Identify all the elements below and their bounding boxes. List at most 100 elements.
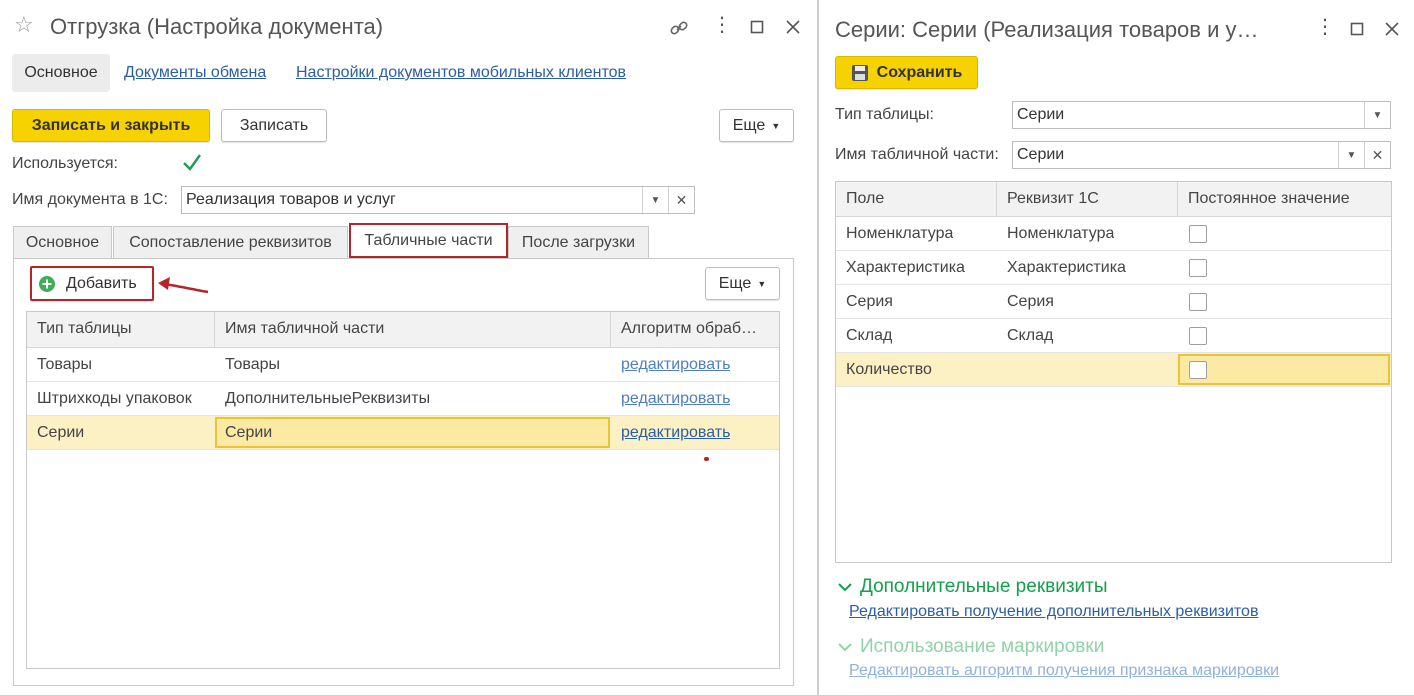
cell-field: Серия bbox=[846, 293, 893, 310]
save-and-close-button[interactable]: Записать и закрыть bbox=[12, 109, 210, 142]
docname-label: Имя документа в 1С: bbox=[12, 191, 168, 208]
grid-row[interactable]: Характеристика Характеристика bbox=[836, 251, 1391, 285]
cell-attr: Номенклатура bbox=[1007, 225, 1115, 242]
table-part-value: Серии bbox=[1017, 146, 1065, 163]
chevron-down-icon[interactable] bbox=[837, 640, 853, 657]
chevron-down-icon[interactable] bbox=[837, 580, 853, 597]
cell-field: Номенклатура bbox=[846, 225, 954, 242]
table-type-value: Серии bbox=[1017, 106, 1065, 123]
used-checkbox[interactable] bbox=[181, 152, 203, 174]
right-window: Серии: Серии (Реализация товаров и у… ⋮ … bbox=[818, 0, 1414, 696]
annotation-dot bbox=[704, 457, 709, 461]
col-header-attr[interactable]: Реквизит 1С bbox=[1007, 190, 1099, 208]
dropdown-arrow-icon: ▼ bbox=[771, 120, 781, 131]
window-title: Отгрузка (Настройка документа) bbox=[50, 14, 384, 39]
add-button[interactable]: Добавить bbox=[30, 266, 154, 301]
edit-link[interactable]: редактировать bbox=[621, 356, 730, 374]
more-button-label: Еще bbox=[732, 116, 766, 134]
cell-name: Серии bbox=[225, 424, 273, 441]
grid-row[interactable]: Серия Серия bbox=[836, 285, 1391, 319]
col-header-algo[interactable]: Алгоритм обраб… bbox=[621, 320, 771, 338]
close-icon[interactable] bbox=[1385, 21, 1399, 39]
cell-type: Товары bbox=[37, 356, 93, 373]
edit-marking-algorithm-link[interactable]: Редактировать алгоритм получения признак… bbox=[849, 662, 1279, 680]
nav-main-active[interactable]: Основное bbox=[12, 54, 110, 92]
fields-grid: Поле Реквизит 1С Постоянное значение Ном… bbox=[835, 181, 1392, 563]
cell-name-editing[interactable] bbox=[215, 417, 610, 448]
col-header-constant[interactable]: Постоянное значение bbox=[1188, 190, 1350, 208]
edit-link[interactable]: редактировать bbox=[621, 424, 730, 442]
table-row[interactable]: Штрихкоды упаковок ДополнительныеРеквизи… bbox=[27, 382, 779, 416]
left-window: ☆ Отгрузка (Настройка документа) ⋮ Основ… bbox=[0, 0, 818, 696]
floppy-disk-icon bbox=[851, 64, 868, 81]
table-row[interactable]: Товары Товары редактировать bbox=[27, 348, 779, 382]
grid-row-selected[interactable]: Количество bbox=[836, 353, 1391, 387]
tab-main[interactable]: Основное bbox=[13, 226, 112, 259]
grid-header: Поле Реквизит 1С Постоянное значение bbox=[836, 182, 1391, 217]
close-icon[interactable] bbox=[786, 19, 800, 37]
more-vertical-icon[interactable]: ⋮ bbox=[712, 15, 732, 35]
table-type-label: Тип таблицы: bbox=[835, 106, 934, 123]
cell-attr: Характеристика bbox=[1007, 259, 1126, 276]
cell-name: ДополнительныеРеквизиты bbox=[225, 390, 431, 407]
favorite-star-icon[interactable]: ☆ bbox=[14, 14, 34, 36]
constant-checkbox[interactable] bbox=[1189, 361, 1207, 379]
tab-attribute-mapping[interactable]: Сопоставление реквизитов bbox=[113, 226, 348, 259]
col-header-field[interactable]: Поле bbox=[846, 190, 884, 208]
cell-attr: Серия bbox=[1007, 293, 1054, 310]
plus-circle-icon bbox=[39, 275, 55, 292]
docname-value: Реализация товаров и услуг bbox=[186, 191, 396, 208]
dropdown-arrow-icon[interactable]: ▼ bbox=[1338, 142, 1364, 168]
constant-checkbox[interactable] bbox=[1189, 225, 1207, 243]
table-row-selected[interactable]: Серии Серии редактировать bbox=[27, 416, 779, 450]
dropdown-arrow-icon: ▼ bbox=[757, 278, 767, 289]
constant-checkbox[interactable] bbox=[1189, 293, 1207, 311]
edit-link[interactable]: редактировать bbox=[621, 390, 730, 408]
annotation-arrow-icon bbox=[158, 277, 209, 294]
add-button-label: Добавить bbox=[66, 274, 137, 292]
cell-name: Товары bbox=[225, 356, 281, 373]
maximize-icon[interactable] bbox=[1350, 21, 1364, 39]
cell-field: Склад bbox=[846, 327, 893, 344]
cell-attr: Склад bbox=[1007, 327, 1054, 344]
grid-row[interactable]: Номенклатура Номенклатура bbox=[836, 217, 1391, 251]
extra-attributes-section-title[interactable]: Дополнительные реквизиты bbox=[860, 576, 1108, 598]
constant-checkbox[interactable] bbox=[1189, 259, 1207, 277]
more-button[interactable]: Еще ▼ bbox=[719, 109, 794, 142]
table-part-label: Имя табличной части: bbox=[835, 146, 999, 163]
table-more-button[interactable]: Еще ▼ bbox=[705, 267, 780, 300]
window-title: Серии: Серии (Реализация товаров и у… bbox=[835, 17, 1259, 42]
nav-mobile-settings-link[interactable]: Настройки документов мобильных клиентов bbox=[296, 64, 626, 82]
save-button-label: Сохранить bbox=[876, 63, 963, 81]
col-header-name[interactable]: Имя табличной части bbox=[225, 320, 605, 338]
table-more-label: Еще bbox=[718, 274, 752, 292]
dropdown-arrow-icon[interactable]: ▼ bbox=[1364, 102, 1390, 128]
marking-section-title[interactable]: Использование маркировки bbox=[860, 636, 1104, 658]
constant-checkbox[interactable] bbox=[1189, 327, 1207, 345]
tab-after-load[interactable]: После загрузки bbox=[508, 226, 649, 259]
cell-field: Характеристика bbox=[846, 259, 965, 276]
docname-field[interactable]: Реализация товаров и услуг ▼ ✕ bbox=[181, 186, 695, 214]
link-icon[interactable] bbox=[669, 18, 689, 41]
grid-header: Тип таблицы Имя табличной части Алгоритм… bbox=[27, 312, 779, 348]
used-label: Используется: bbox=[12, 155, 118, 172]
tab-table-parts[interactable]: Табличные части bbox=[349, 223, 508, 258]
maximize-icon[interactable] bbox=[750, 19, 764, 37]
table-type-field[interactable]: Серии ▼ bbox=[1012, 101, 1391, 129]
col-header-type[interactable]: Тип таблицы bbox=[37, 320, 207, 338]
edit-extra-attributes-link[interactable]: Редактировать получение дополнительных р… bbox=[849, 603, 1258, 621]
dropdown-arrow-icon[interactable]: ▼ bbox=[642, 187, 668, 213]
checkmark-icon bbox=[183, 154, 201, 171]
save-button[interactable]: Записать bbox=[221, 109, 327, 142]
cell-type: Серии bbox=[37, 424, 85, 441]
more-vertical-icon[interactable]: ⋮ bbox=[1315, 17, 1335, 37]
clear-icon[interactable]: ✕ bbox=[1364, 142, 1390, 168]
cell-field: Количество bbox=[846, 361, 932, 378]
grid-row[interactable]: Склад Склад bbox=[836, 319, 1391, 353]
nav-exchange-docs-link[interactable]: Документы обмена bbox=[124, 64, 266, 82]
table-part-field[interactable]: Серии ▼ ✕ bbox=[1012, 141, 1391, 169]
table-parts-grid: Тип таблицы Имя табличной части Алгоритм… bbox=[26, 311, 780, 669]
save-button[interactable]: Сохранить bbox=[835, 56, 978, 89]
clear-icon[interactable]: ✕ bbox=[668, 187, 694, 213]
cell-constant-editing[interactable] bbox=[1178, 354, 1390, 385]
